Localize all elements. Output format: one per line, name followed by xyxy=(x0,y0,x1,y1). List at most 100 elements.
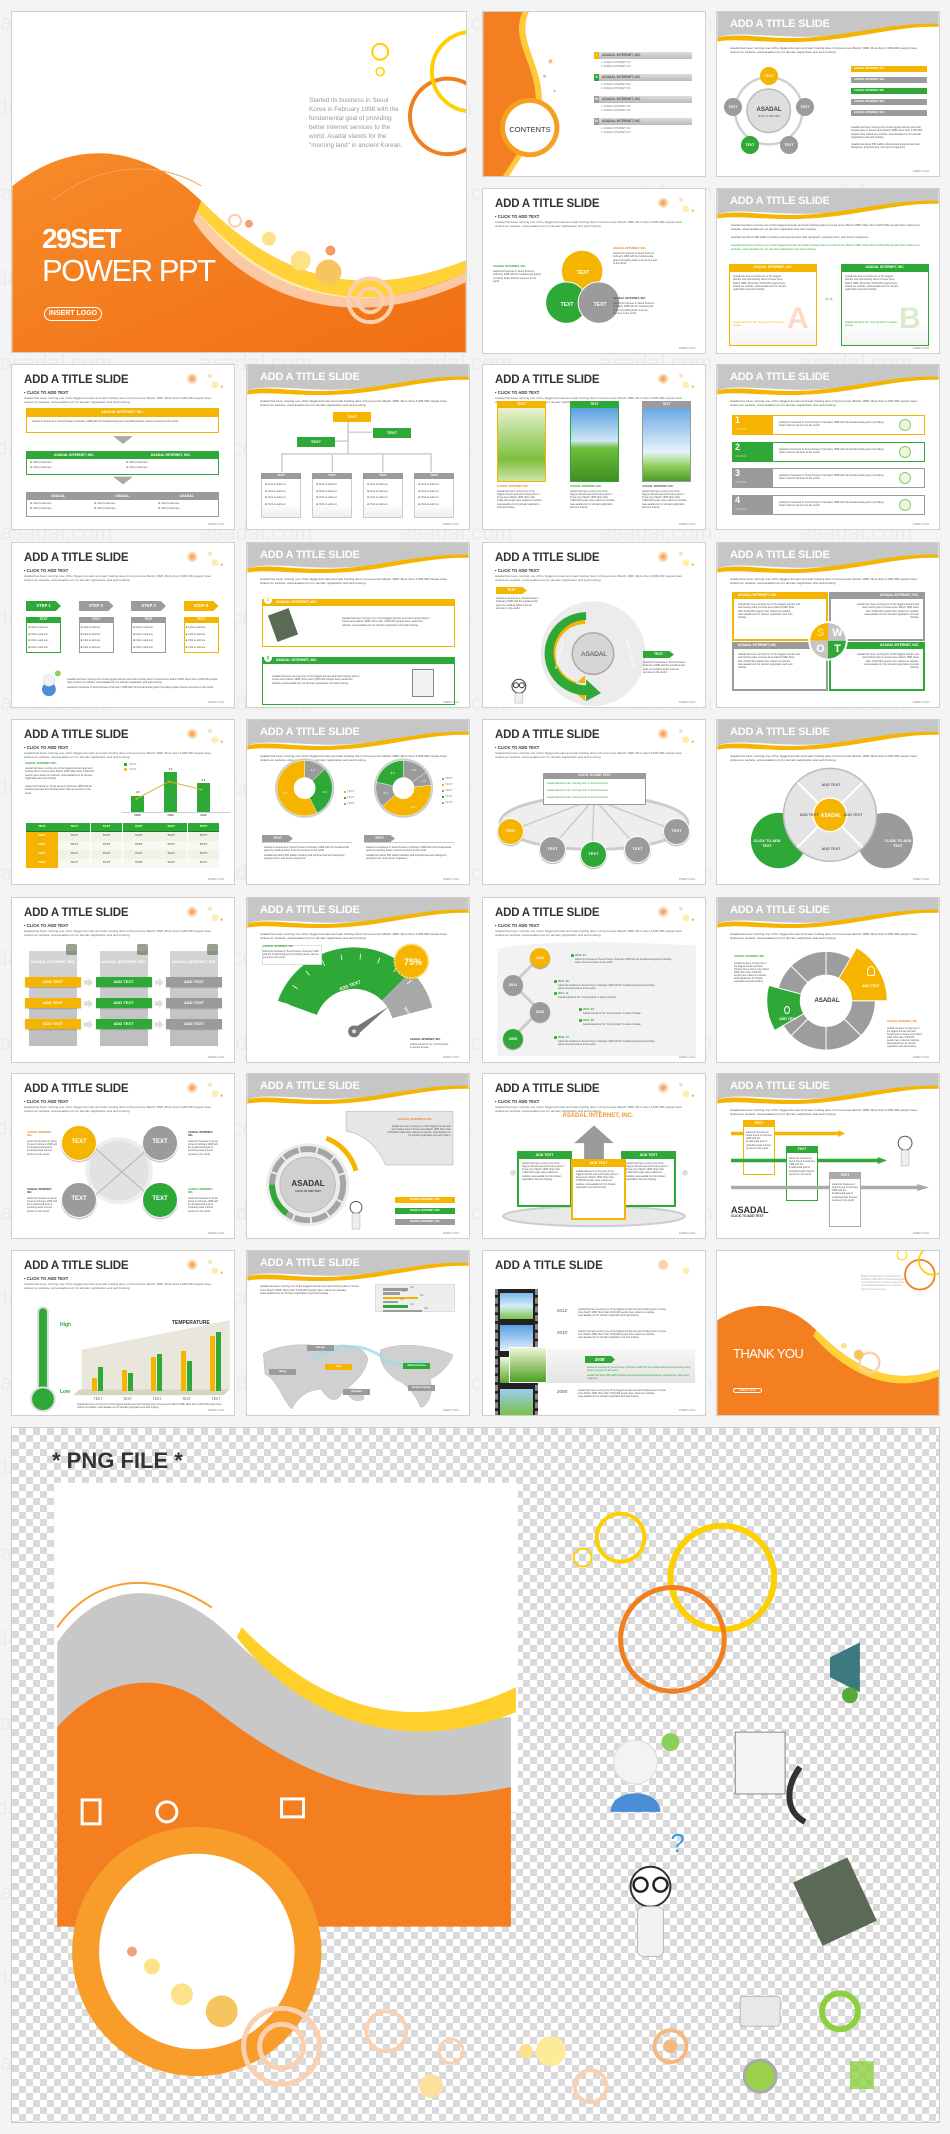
template-preview-sheet: asadal.comasadal.comasadal.comasadal.com… xyxy=(0,0,950,2134)
insert-logo-footer: INSERT LOGO xyxy=(679,1232,696,1235)
paragraph: Asadal has been running one of the bigge… xyxy=(738,653,800,669)
slide-network[interactable]: ADD A TITLE SLIDECLICK TO ADD TEXTAsadal… xyxy=(482,719,706,885)
feature-number: 2 xyxy=(264,654,272,662)
venn-label: TEXT xyxy=(576,270,590,276)
slide-world-map[interactable]: ADD A TITLE SLIDE INSERT LOGO Asadal has b… xyxy=(246,1250,470,1416)
big-letter: A xyxy=(787,302,809,335)
slide-title: ADD A TITLE SLIDE xyxy=(260,1080,360,1092)
thermometer-bulb xyxy=(32,1388,54,1411)
label-company: ASADAL INTERNET, INC. xyxy=(188,1188,213,1195)
compare-box-header: ASADAL INTERNET, INC. xyxy=(841,264,929,272)
legend-label: TEXT xyxy=(445,782,453,786)
slide-title: ADD A TITLE SLIDE xyxy=(495,1260,603,1272)
cycle-node: TEXT xyxy=(724,98,742,116)
paragraph: Asadal has been running one of the bigge… xyxy=(570,490,616,509)
timeline-year-node: 2011 xyxy=(503,975,523,995)
legend-swatch xyxy=(442,802,444,804)
org-node: TEXT xyxy=(297,437,335,447)
table-cell: TEXT xyxy=(26,850,58,859)
list-item: ✚ Click to add text xyxy=(185,632,206,636)
paragraph: started its business in Seoul Korea in F… xyxy=(587,1366,691,1373)
column-title: ASADAL INTERNET, INC. xyxy=(171,959,217,964)
slide-film-timeline[interactable]: ADD A TITLE SLIDE 2012' Asadal has been ru… xyxy=(482,1250,706,1416)
slide-swot[interactable]: ADD A TITLE SLIDE Asadal has been running… xyxy=(716,542,940,708)
network-node: TEXT xyxy=(624,836,651,863)
photo-image xyxy=(643,408,690,481)
yellow-ring xyxy=(429,30,466,114)
list-bar: ASADAL INTERNET, INC. xyxy=(851,66,927,72)
slide-ring[interactable]: ADD A TITLE SLIDE Asadal has been running… xyxy=(716,897,940,1063)
step-arrow: STEP 1 xyxy=(26,601,61,611)
add-text-bar: ADD TEXT xyxy=(25,1019,81,1029)
feature-box-header: ASADAL INTERNET, INC. xyxy=(262,657,455,664)
legend-swatch xyxy=(442,778,444,780)
list-item: ✚ Click to add text xyxy=(418,489,439,493)
slide-timeline[interactable]: ADD A TITLE SLIDECLICK TO ADD TEXTAsadal… xyxy=(482,897,706,1063)
book-lightbulb-icon xyxy=(793,1857,877,1946)
slide-org-chart[interactable]: ADD A TITLE SLIDE Asadal has been running… xyxy=(246,364,470,530)
slide-body: Asadal has been running one of the bigge… xyxy=(730,1108,917,1117)
slide-four-circles[interactable]: ADD A TITLE SLIDE CLICK TO ADD TEXTAsadal… xyxy=(11,1073,235,1239)
slide-arrows[interactable]: ADD A TITLE SLIDE Asadal has been running… xyxy=(716,1073,940,1239)
table-cell: TEXT xyxy=(155,823,187,832)
slide-numbered-list[interactable]: ADD A TITLE SLIDE Asadal has been running… xyxy=(716,364,940,530)
contents-sub-item: 1. ASADAL INTERNET, INC. xyxy=(601,61,632,64)
character-icon xyxy=(41,682,56,697)
slide-two-boxes[interactable]: ADD A TITLE SLIDE Asadal has been running… xyxy=(246,542,470,708)
slide-thermometer[interactable]: ADD A TITLE SLIDECLICK TO ADD TEXTAsadal… xyxy=(11,1250,235,1416)
slide-three-columns[interactable]: ADD A TITLE SLIDE CLICK TO ADD TEXTAsadal… xyxy=(11,897,235,1063)
list-item: ✚ Click to add text xyxy=(185,645,206,649)
text-tag: TEXT xyxy=(262,835,293,842)
slide-subtitle: CLICK TO ADD TEXT xyxy=(495,390,540,395)
bullet-line: Asadal has been running one of the bigge… xyxy=(731,243,920,251)
slide-subtitle: CLICK TO ADD TEXT xyxy=(24,745,69,750)
slide-compare-ab[interactable]: ADD A TITLE SLIDE INSERT LOGO Asadal has b… xyxy=(716,188,940,354)
swot-letter: O xyxy=(816,643,825,656)
insert-logo-footer: INSERT LOGO xyxy=(443,1232,460,1235)
insert-logo-footer: INSERT LOGO xyxy=(913,1232,930,1235)
timeline-year-node: 2012 xyxy=(530,948,550,968)
list-item: ✚ Click to add text xyxy=(367,483,388,486)
globe-icon xyxy=(742,2058,778,2094)
slide-subtitle: CLICK TO ADD TEXT xyxy=(24,923,69,928)
chart-bar-yellow xyxy=(121,1370,127,1391)
insert-logo-footer: INSERT LOGO xyxy=(913,701,930,704)
deco-circle xyxy=(187,906,198,917)
year-tag: 2008' xyxy=(585,1356,615,1363)
paragraph: Asadal has been running one of the bigge… xyxy=(272,675,360,685)
slide-ring-character[interactable]: ADD A TITLE SLIDE INSERT LOGO ASADAL CLICK… xyxy=(246,1073,470,1239)
text-tag: TEXT xyxy=(364,835,395,842)
slide-thank-you[interactable]: THANK YOU INSERT LOGO Started its business… xyxy=(716,1250,940,1416)
slide-donuts[interactable]: ADD A TITLE SLIDE Asadal has been running… xyxy=(246,719,470,885)
cycle-arrow-label: CLICK TO ADD TEXT xyxy=(553,639,566,670)
slide-contents[interactable]: CONTENTS I ASADAL INTERNET, INC. 1. ASADAL … xyxy=(482,11,706,177)
gauge-value: 75% xyxy=(403,956,422,967)
slide-subtitle: CLICK TO ADD TEXT xyxy=(24,1099,69,1104)
lightbulb-icon xyxy=(155,1800,179,1824)
slide-venn-brand[interactable]: ADD A TITLE SLIDE Asadal has been running… xyxy=(716,719,940,885)
slide-steps[interactable]: ADD A TITLE SLIDECLICK TO ADD TEXTAsadal… xyxy=(11,542,235,708)
slide-chart-table[interactable]: ADD A TITLE SLIDECLICK TO ADD TEXTAsadal… xyxy=(11,719,235,885)
slide-graphics xyxy=(483,12,560,176)
slide-flow[interactable]: ADD A TITLE SLIDE CLICK TO ADD TEXTAsadal… xyxy=(11,364,235,530)
slide-three-photos[interactable]: ADD A TITLE SLIDE CLICK TO ADD TEXT Asadal… xyxy=(482,364,706,530)
label-company: ASADAL INTERNET, INC. xyxy=(493,264,527,268)
slide-cycle-arrows[interactable]: ADD A TITLE SLIDECLICK TO ADD TEXTAsadal… xyxy=(482,542,706,708)
cycle-center-brand: ASADAL xyxy=(581,651,607,659)
text-tag: TEXT xyxy=(496,587,527,594)
label-company: ASADAL INTERNET, INC. xyxy=(397,1117,433,1121)
x-tick-label: TEXT xyxy=(93,1397,103,1402)
slide-venn[interactable]: ADD A TITLE SLIDE CLICK TO ADD TEXTAsadal… xyxy=(482,188,706,354)
table-cell: TEXT xyxy=(187,850,220,859)
list-item: ✚ Click to add text xyxy=(418,502,439,506)
slide-stage[interactable]: ADD A TITLE SLIDE CLICK TO ADD TEXT Asadal… xyxy=(482,1073,706,1239)
table-cell: TEXT xyxy=(187,823,220,832)
quad-circle: TEXT xyxy=(142,1182,178,1218)
list-item: ✚ Click to add text xyxy=(265,489,286,493)
slide-cycle-five[interactable]: ADD A TITLE SLIDE INSERT LOGO Asadal has b… xyxy=(716,11,940,177)
slide-gauge[interactable]: ADD A TITLE SLIDE Asadal has been running… xyxy=(246,897,470,1063)
png-assets: ? xyxy=(54,1482,877,2105)
timeline-text: started its business in Seoul Korea in F… xyxy=(558,983,655,990)
bullet-item: Asadal stands for the "morning land" in … xyxy=(547,789,609,792)
slide-cover[interactable]: 29SET POWER PPT INSERT LOGO Started its bus… xyxy=(11,11,467,353)
